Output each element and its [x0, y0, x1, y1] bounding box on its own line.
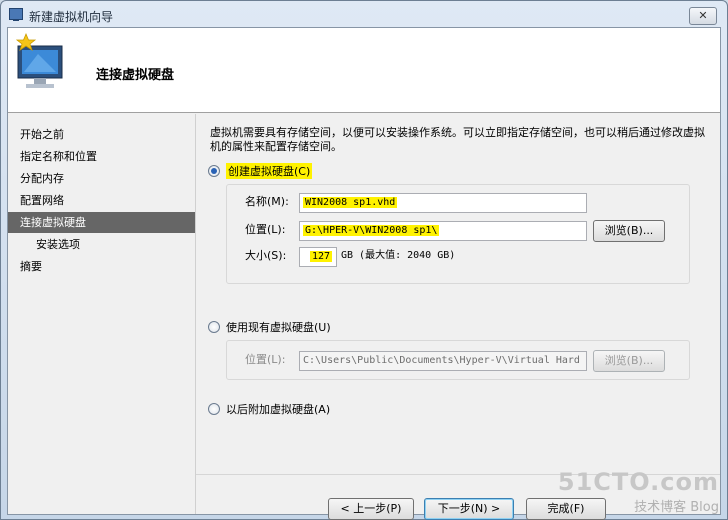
attach-later-label: 以后附加虚拟硬盘(A) — [226, 403, 331, 416]
size-input[interactable]: 127 — [299, 247, 337, 267]
name-label: 名称(M): — [245, 195, 289, 208]
window-title: 新建虚拟机向导 — [29, 10, 114, 24]
watermark: 51CTO.com 技术博客 Blog — [558, 468, 719, 515]
nav-item-connect-vhd[interactable]: 连接虚拟硬盘 — [8, 212, 195, 233]
wizard-window: 新建虚拟机向导 ✕ 连接虚拟硬盘 开始之前 指定名称和位置 分配内存 配置网络 … — [0, 0, 728, 520]
nav-item-network[interactable]: 配置网络 — [8, 190, 195, 211]
create-vhd-hotkey: (C) — [294, 165, 311, 178]
name-input[interactable]: WIN2008 sp1.vhd — [299, 193, 587, 213]
location-value: G:\HPER-V\WIN2008 sp1\ — [303, 225, 440, 236]
watermark-main: 51CTO.com — [557, 468, 719, 496]
nav-item-install-options[interactable]: 安装选项 — [8, 234, 195, 255]
title-bar: 新建虚拟机向导 ✕ — [1, 1, 727, 27]
previous-button[interactable]: < 上一步(P) — [328, 498, 414, 520]
create-vhd-label: 创建虚拟硬盘(C) — [226, 163, 313, 179]
attach-later-option[interactable]: 以后附加虚拟硬盘(A) — [208, 400, 330, 418]
attach-later-radio[interactable] — [208, 403, 220, 415]
nav-item-summary[interactable]: 摘要 — [8, 256, 195, 277]
wizard-header: 连接虚拟硬盘 — [8, 28, 720, 113]
nav-item-before-you-begin[interactable]: 开始之前 — [8, 124, 195, 145]
create-vhd-group: 名称(M): WIN2008 sp1.vhd 位置(L): G:\HPER-V\… — [226, 184, 690, 284]
size-label: 大小(S): — [245, 249, 287, 262]
existing-vhd-option[interactable]: 使用现有虚拟硬盘(U) — [208, 318, 331, 336]
watermark-sub: 技术博客 Blog — [634, 500, 719, 515]
location-input[interactable]: G:\HPER-V\WIN2008 sp1\ — [299, 221, 587, 241]
monitor-star-icon — [15, 32, 63, 88]
existing-vhd-radio[interactable] — [208, 321, 220, 333]
existing-vhd-label: 使用现有虚拟硬盘(U) — [226, 321, 331, 334]
close-icon: ✕ — [698, 9, 708, 22]
page-title: 连接虚拟硬盘 — [96, 68, 175, 83]
existing-vhd-group: 位置(L): C:\Users\Public\Documents\Hyper-V… — [226, 340, 690, 380]
nav-item-name-location[interactable]: 指定名称和位置 — [8, 146, 195, 167]
location-label: 位置(L): — [245, 223, 286, 236]
size-unit-text: GB (最大值: 2040 GB) — [341, 250, 456, 261]
browse-button[interactable]: 浏览(B)... — [593, 220, 665, 242]
create-vhd-option[interactable]: 创建虚拟硬盘(C) — [208, 162, 313, 180]
next-button[interactable]: 下一步(N) > — [424, 498, 514, 520]
nav-item-memory[interactable]: 分配内存 — [8, 168, 195, 189]
wizard-content: 虚拟机需要具有存储空间，以便可以安装操作系统。可以立即指定存储空间，也可以稍后通… — [196, 114, 720, 520]
existing-location-input: C:\Users\Public\Documents\Hyper-V\Virtua… — [299, 351, 587, 371]
name-value: WIN2008 sp1.vhd — [303, 197, 398, 208]
description-text: 虚拟机需要具有存储空间，以便可以安装操作系统。可以立即指定存储空间，也可以稍后通… — [210, 126, 705, 153]
existing-location-label: 位置(L): — [245, 353, 286, 366]
existing-browse-button: 浏览(B)... — [593, 350, 665, 372]
close-button[interactable]: ✕ — [689, 7, 717, 25]
create-vhd-radio[interactable] — [208, 165, 220, 177]
size-value: 127 — [309, 251, 332, 262]
wizard-nav: 开始之前 指定名称和位置 分配内存 配置网络 连接虚拟硬盘 安装选项 摘要 — [8, 114, 196, 514]
window-app-icon — [9, 8, 23, 21]
create-vhd-label-text: 创建虚拟硬盘 — [228, 165, 294, 178]
wizard-client: 连接虚拟硬盘 开始之前 指定名称和位置 分配内存 配置网络 连接虚拟硬盘 安装选… — [7, 27, 721, 520]
